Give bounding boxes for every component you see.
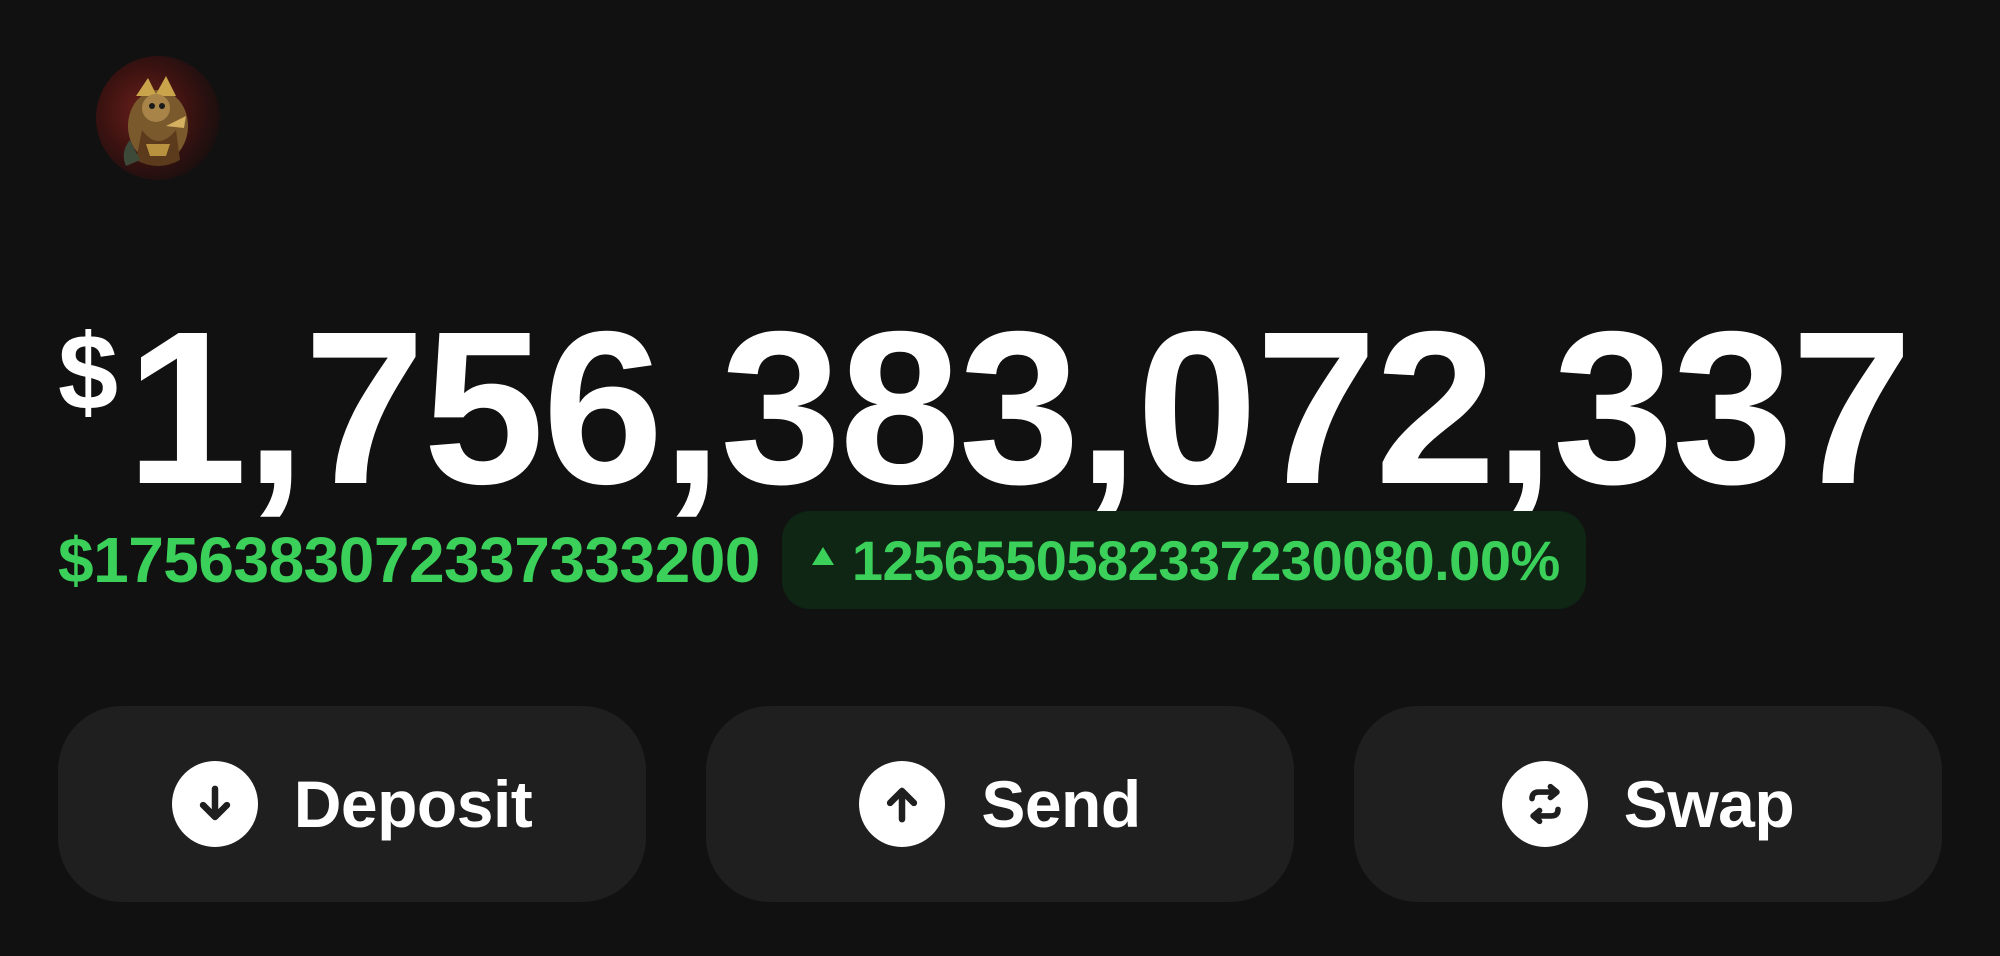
deposit-label: Deposit [293, 767, 533, 841]
arrow-up-circle-icon [859, 761, 946, 847]
wallet-home-screen: $1,756,383,072,337 $17563830723373332​00… [0, 0, 2000, 956]
profile-avatar[interactable] [96, 56, 220, 180]
balance-amount: 1,756,383,072,337 [126, 300, 1912, 530]
balance-change-value: $17563830723373332​00 [58, 524, 760, 596]
triangle-up-icon [811, 547, 834, 565]
swap-arrows-icon [1501, 761, 1588, 847]
balance-change-row: $17563830723373332​00 125655058233723008… [58, 510, 1586, 610]
total-balance: $1,756,383,072,337 [58, 300, 1942, 530]
percent-change-text: 1256550582337230080.00% [851, 528, 1560, 592]
balance-currency-symbol: $ [58, 311, 119, 432]
balance-clip-edge [1942, 300, 2000, 530]
send-button[interactable]: Send [706, 706, 1294, 902]
send-label: Send [981, 767, 1141, 841]
deposit-button[interactable]: Deposit [58, 706, 646, 902]
percent-change-badge: 1256550582337230080.00% [781, 511, 1586, 609]
action-buttons: Deposit Send Swap [58, 706, 1942, 902]
swap-button[interactable]: Swap [1354, 706, 1942, 902]
character-avatar-icon [123, 76, 188, 166]
swap-label: Swap [1623, 767, 1795, 841]
arrow-down-circle-icon [171, 761, 258, 847]
